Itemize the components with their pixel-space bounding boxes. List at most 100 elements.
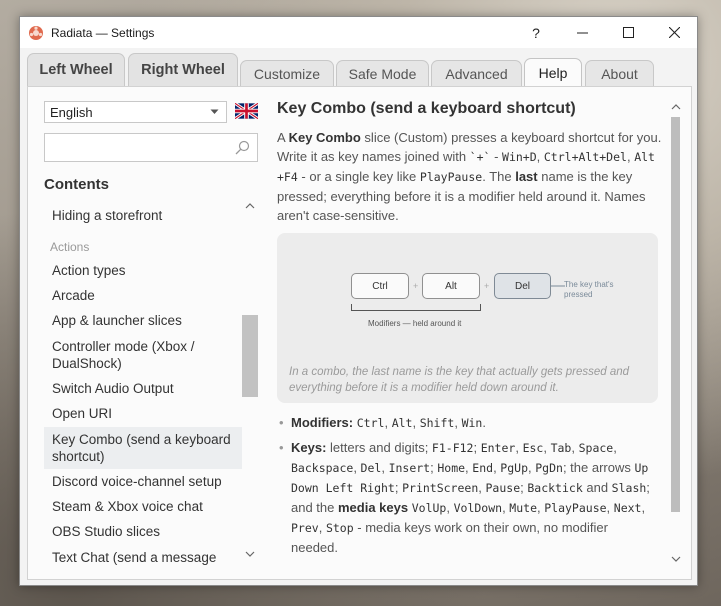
intro-text: - <box>490 149 503 164</box>
toc-item-app-launcher[interactable]: App & launcher slices <box>44 312 242 329</box>
toc-item-action-types[interactable]: Action types <box>44 262 242 279</box>
intro-text: - or a single key like <box>297 169 420 184</box>
key-name: End <box>472 461 494 475</box>
keys-text: , <box>353 460 361 475</box>
toc-item-hiding-storefront[interactable]: Hiding a storefront <box>44 207 242 224</box>
tab-advanced[interactable]: Advanced <box>431 60 522 86</box>
diagram-caption: In a combo, the last name is the key tha… <box>289 366 630 394</box>
keys-text: , <box>478 480 486 495</box>
plus-sign: + <box>413 281 419 291</box>
keys-text: ; <box>394 480 403 495</box>
intro-bold: last <box>515 169 538 184</box>
key-name: Stop <box>325 521 354 535</box>
tab-customize[interactable]: Customize <box>240 60 334 86</box>
keys-text: , <box>641 500 646 515</box>
tab-help[interactable]: Help <box>524 58 582 86</box>
window-title: Radiata — Settings <box>51 25 155 40</box>
language-select[interactable]: English <box>44 101 227 123</box>
key-name: Backtick <box>527 481 583 495</box>
scroll-down-icon[interactable] <box>671 556 681 562</box>
keys-text: , <box>515 440 523 455</box>
intro-code: Win+D <box>502 150 537 164</box>
toc-item-steam-xbox[interactable]: Steam & Xbox voice chat <box>44 498 242 515</box>
settings-window: Radiata — Settings ? Left Wheel Right Wh… <box>19 16 698 586</box>
caption-buttons: ? <box>513 17 697 48</box>
key-name: Backspace <box>291 461 354 475</box>
search-input[interactable] <box>44 133 258 162</box>
tab-right-wheel[interactable]: Right Wheel <box>128 53 238 86</box>
language-value: English <box>50 104 93 120</box>
plus-sign: + <box>484 281 490 291</box>
minimize-button[interactable] <box>559 17 605 48</box>
maximize-button[interactable] <box>605 17 651 48</box>
pressed-pointer-line <box>551 285 565 287</box>
contents-scroll-thumb[interactable] <box>242 315 258 397</box>
keys-text: , <box>446 500 454 515</box>
key-name: Space <box>578 441 614 455</box>
key-name: Mute <box>509 501 537 515</box>
intro-bold: Key Combo <box>288 130 361 145</box>
article-scrollbar[interactable] <box>668 101 684 571</box>
close-button[interactable] <box>651 17 697 48</box>
minimize-icon <box>576 32 588 34</box>
key-name: Next <box>613 501 642 515</box>
media-keys-label: media keys <box>338 500 409 515</box>
keys-label: Keys: <box>291 440 327 455</box>
article-scroll-thumb[interactable] <box>671 117 680 512</box>
article-title: Key Combo (send a keyboard shortcut) <box>277 100 576 117</box>
key-del: Del <box>494 273 551 299</box>
separator: . <box>482 415 486 430</box>
scroll-up-icon[interactable] <box>671 104 681 110</box>
key-name: Enter <box>480 441 516 455</box>
pressed-note: The key that's pressed <box>564 280 614 299</box>
key-name: Home <box>437 461 466 475</box>
intro-code: Ctrl+Alt+Del <box>543 150 627 164</box>
keys-bullet: Keys: letters and digits; F1-F12; Enter,… <box>277 438 658 557</box>
intro-code: PlayPause <box>419 170 483 184</box>
contents-list: Hiding a storefront Actions Action types… <box>44 197 242 569</box>
tab-left-wheel[interactable]: Left Wheel <box>27 53 125 86</box>
separator: , <box>412 415 420 430</box>
key-names-list: Modifiers: Ctrl, Alt, Shift, Win. Keys: … <box>277 413 658 562</box>
help-panel: English Contents Hiding a storefront Act… <box>27 86 692 580</box>
modifiers-label: Modifiers: <box>291 415 354 430</box>
toc-item-obs[interactable]: OBS Studio slices <box>44 523 242 540</box>
tab-safe-mode[interactable]: Safe Mode <box>336 60 429 86</box>
keys-text: , <box>543 440 551 455</box>
key-name: VolUp <box>411 501 447 515</box>
scroll-up-icon[interactable] <box>245 203 255 209</box>
keys-text: , <box>318 520 326 535</box>
help-button[interactable]: ? <box>513 17 559 48</box>
toc-item-arcade[interactable]: Arcade <box>44 287 242 304</box>
help-article: Key Combo (send a keyboard shortcut) A K… <box>277 99 662 577</box>
intro-code: `+` <box>469 150 491 164</box>
toc-item-discord[interactable]: Discord voice-channel setup <box>44 473 242 490</box>
key-ctrl: Ctrl <box>351 273 409 299</box>
key-name: Slash <box>611 481 647 495</box>
toc-item-open-uri[interactable]: Open URI <box>44 405 242 422</box>
modifier-key: Ctrl <box>356 416 385 430</box>
modifiers-bullet: Modifiers: Ctrl, Alt, Shift, Win. <box>277 413 658 433</box>
tab-bar: Left Wheel Right Wheel Customize Safe Mo… <box>20 48 697 86</box>
toc-item-controller-mode[interactable]: Controller mode (Xbox / DualShock) <box>44 338 242 372</box>
title-bar[interactable]: Radiata — Settings ? <box>20 17 697 48</box>
key-name: PlayPause <box>544 501 607 515</box>
contents-scrollbar[interactable] <box>242 197 258 569</box>
scroll-down-icon[interactable] <box>245 551 255 557</box>
keys-text: , <box>613 440 617 455</box>
modifiers-bracket <box>351 304 481 311</box>
key-name: Prev <box>291 521 319 535</box>
contents-heading: Contents <box>44 176 109 193</box>
tab-about[interactable]: About <box>585 60 654 86</box>
toc-item-key-combo[interactable]: Key Combo (send a keyboard shortcut) <box>44 427 242 469</box>
key-name: Insert <box>388 461 431 475</box>
help-glyph: ? <box>532 24 540 41</box>
uk-flag-icon[interactable] <box>235 103 258 119</box>
toc-item-switch-audio[interactable]: Switch Audio Output <box>44 380 242 397</box>
toc-item-text-chat[interactable]: Text Chat (send a message <box>44 549 242 566</box>
maximize-icon <box>622 27 634 38</box>
key-name: Tab <box>550 441 572 455</box>
separator: , <box>454 415 462 430</box>
keys-text: ; <box>473 440 481 455</box>
modifier-key: Shift <box>419 416 455 430</box>
